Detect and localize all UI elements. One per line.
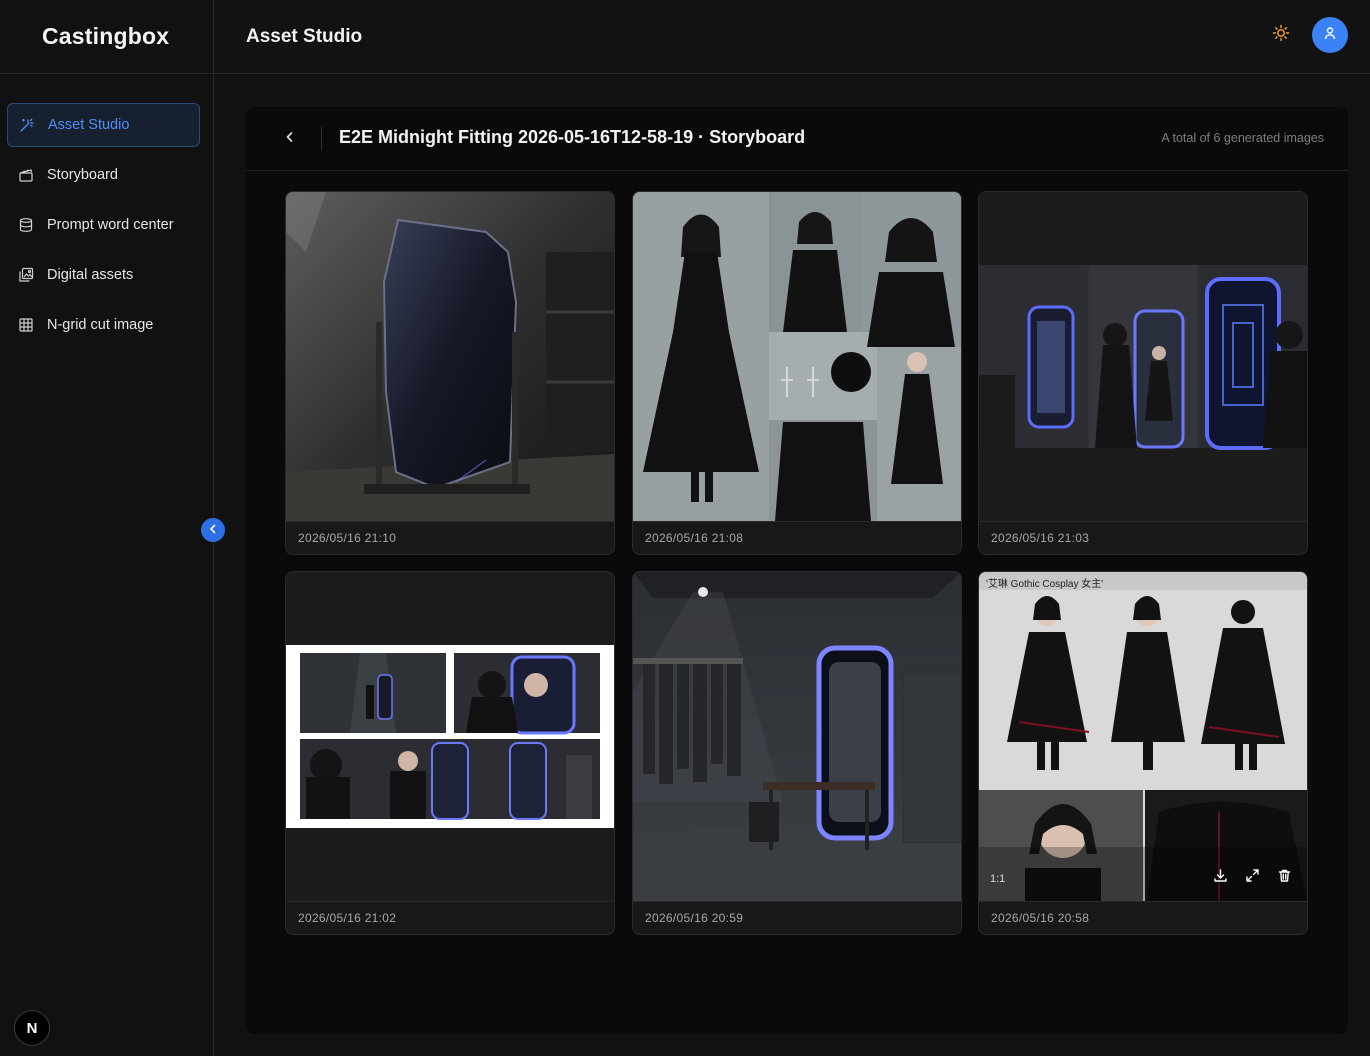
image-timestamp: 2026/05/16 20:59 (633, 901, 961, 934)
image-card[interactable]: 2026/05/16 21:08 (632, 191, 962, 555)
image-card[interactable]: 2026/05/16 20:59 (632, 571, 962, 935)
fullscreen-button[interactable] (1242, 868, 1262, 888)
grid-icon (18, 317, 34, 333)
header-divider (321, 127, 322, 151)
image-card[interactable]: 2026/05/16 21:02 (285, 571, 615, 935)
images-icon (18, 267, 34, 283)
sidebar-nav: Asset Studio Storyboard Prompt word cent… (0, 74, 213, 347)
sidebar-item-label: N-grid cut image (47, 317, 154, 333)
image-embedded-label: '艾琳 Gothic Cosplay 女主' (986, 579, 1104, 590)
sun-icon (1272, 24, 1290, 47)
image-thumbnail[interactable] (979, 192, 1307, 521)
image-thumbnail[interactable] (633, 192, 961, 521)
top-bar: Asset Studio (214, 0, 1370, 74)
clapperboard-icon (18, 167, 34, 183)
image-timestamp: 2026/05/16 21:08 (633, 521, 961, 554)
image-thumbnail[interactable] (286, 572, 614, 901)
image-card[interactable]: '艾琳 Gothic Cosplay 女主' 1:1 2026/05/16 20… (978, 571, 1308, 935)
sidebar-item-label: Storyboard (47, 167, 118, 183)
sidebar-item-label: Asset Studio (48, 117, 130, 133)
sidebar-item-label: Prompt word center (47, 217, 174, 233)
image-timestamp: 2026/05/16 21:03 (979, 521, 1307, 554)
page-title: Asset Studio (246, 25, 363, 47)
trash-icon (1277, 868, 1292, 888)
download-icon (1213, 868, 1228, 888)
user-icon (1323, 26, 1337, 45)
sidebar-item-digital-assets[interactable]: Digital assets (7, 253, 200, 297)
expand-icon (1245, 868, 1260, 888)
sidebar-item-n-grid-cut-image[interactable]: N-grid cut image (7, 303, 200, 347)
image-card[interactable]: 2026/05/16 21:10 (285, 191, 615, 555)
magic-wand-icon (19, 117, 35, 133)
chevron-left-icon (208, 521, 218, 539)
download-button[interactable] (1210, 868, 1230, 888)
image-timestamp: 2026/05/16 21:10 (286, 521, 614, 554)
framework-badge[interactable]: N (14, 1010, 50, 1046)
chevron-left-icon (284, 130, 296, 148)
theme-toggle-button[interactable] (1270, 24, 1292, 46)
sidebar-item-prompt-word-center[interactable]: Prompt word center (7, 203, 200, 247)
image-thumbnail[interactable] (286, 192, 614, 521)
storyboard-title: E2E Midnight Fitting 2026-05-16T12-58-19… (339, 127, 806, 147)
image-timestamp: 2026/05/16 20:58 (979, 901, 1307, 934)
image-thumbnail[interactable]: '艾琳 Gothic Cosplay 女主' 1:1 (979, 572, 1307, 901)
image-thumbnail[interactable] (633, 572, 961, 901)
sidebar-item-label: Digital assets (47, 267, 134, 283)
image-card[interactable]: 2026/05/16 21:03 (978, 191, 1308, 555)
image-count-text: A total of 6 generated images (1161, 131, 1324, 145)
sidebar: Castingbox Asset Studio Storyboard Promp… (0, 0, 214, 1056)
back-button[interactable] (280, 129, 300, 149)
sidebar-item-storyboard[interactable]: Storyboard (7, 153, 200, 197)
image-timestamp: 2026/05/16 21:02 (286, 901, 614, 934)
brand-logo[interactable]: Castingbox (0, 0, 213, 74)
panel-header: E2E Midnight Fitting 2026-05-16T12-58-19… (246, 107, 1348, 171)
storyboard-panel: E2E Midnight Fitting 2026-05-16T12-58-19… (246, 107, 1348, 1034)
app-root: Castingbox Asset Studio Storyboard Promp… (0, 0, 1370, 1056)
aspect-ratio-label: 1:1 (990, 873, 1006, 885)
sidebar-item-asset-studio[interactable]: Asset Studio (7, 103, 200, 147)
collapse-sidebar-button[interactable] (201, 518, 225, 542)
database-icon (18, 217, 34, 233)
delete-button[interactable] (1274, 868, 1294, 888)
user-avatar-button[interactable] (1312, 17, 1348, 53)
